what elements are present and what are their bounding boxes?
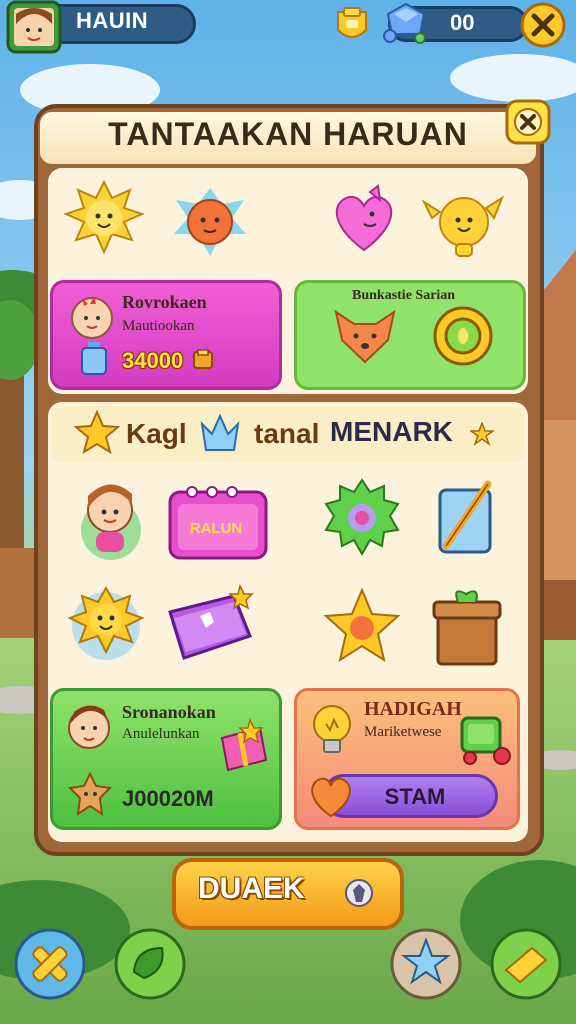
- cookie-icon: [68, 772, 112, 817]
- banner-left-text: Kagl: [126, 418, 187, 449]
- avatar-icon[interactable]: [6, 0, 62, 56]
- sun-face-icon[interactable]: [66, 584, 146, 664]
- baby-icon: [71, 296, 113, 339]
- green-top-card-title: Bunkastie Sarian: [352, 288, 456, 303]
- calendar-label: RALUN: [189, 520, 243, 537]
- boy-icon: [68, 705, 110, 749]
- girl-icon[interactable]: [74, 474, 148, 562]
- crossed-tools-button[interactable]: [12, 926, 88, 1002]
- orange-card-title: HADIGAH: [364, 698, 462, 720]
- potion-icon: [81, 342, 107, 375]
- pink-card-subtitle: Mautiookan: [122, 318, 195, 334]
- gold-star-icon[interactable]: [322, 588, 402, 666]
- top-bar: HAUIN 00: [0, 0, 576, 54]
- green-tool-icon: [460, 716, 511, 765]
- pink-card-amount: 34000: [122, 348, 184, 373]
- star-icon: [74, 410, 120, 455]
- panel-close-button[interactable]: [504, 98, 552, 148]
- badge-icon[interactable]: [334, 4, 370, 44]
- banner-star-icon: [470, 422, 494, 446]
- leaf-button[interactable]: [112, 926, 188, 1002]
- panel-title: TANTAAKAN HARUAN: [108, 116, 468, 152]
- chick-mascot-icon[interactable]: [420, 182, 506, 260]
- claim-button-label: DUAEK: [198, 872, 305, 905]
- banner-main-text: MENARK: [330, 416, 453, 447]
- coin-icon: [193, 349, 213, 369]
- green-bottom-card-title: Sronanokan: [122, 702, 216, 722]
- heart-cat-icon[interactable]: [326, 184, 402, 258]
- sun-mascot-icon[interactable]: [64, 180, 144, 256]
- close-icon[interactable]: [520, 2, 566, 48]
- crown-icon: [200, 413, 240, 451]
- gem-small-icon: [345, 879, 373, 907]
- gold-bar-button[interactable]: [488, 926, 564, 1002]
- green-bottom-card-amount: J00020M: [122, 786, 214, 811]
- book-icon[interactable]: [164, 582, 256, 668]
- pencil-card-icon[interactable]: [434, 476, 496, 560]
- blue-star-button[interactable]: [388, 926, 464, 1002]
- banner-middle-text: tanal: [254, 418, 320, 449]
- gem-icon[interactable]: [380, 0, 432, 46]
- green-bottom-card-subtitle: Anulelunkan: [122, 726, 200, 742]
- pink-card-title: Rovrokaen: [122, 292, 207, 312]
- heart-icon: [311, 777, 351, 818]
- green-gear-icon[interactable]: [322, 478, 402, 558]
- bulb-icon: [313, 705, 351, 753]
- gift-icon: [220, 717, 268, 772]
- gem-count: 00: [450, 10, 475, 35]
- gift-box-icon[interactable]: [432, 584, 502, 668]
- fox-mascot-icon[interactable]: [170, 184, 250, 260]
- player-name: HAUIN: [76, 8, 149, 33]
- orange-card-subtitle: Mariketwese: [364, 724, 442, 740]
- fox-face-icon: [334, 309, 396, 364]
- gold-ring-icon: [433, 306, 493, 366]
